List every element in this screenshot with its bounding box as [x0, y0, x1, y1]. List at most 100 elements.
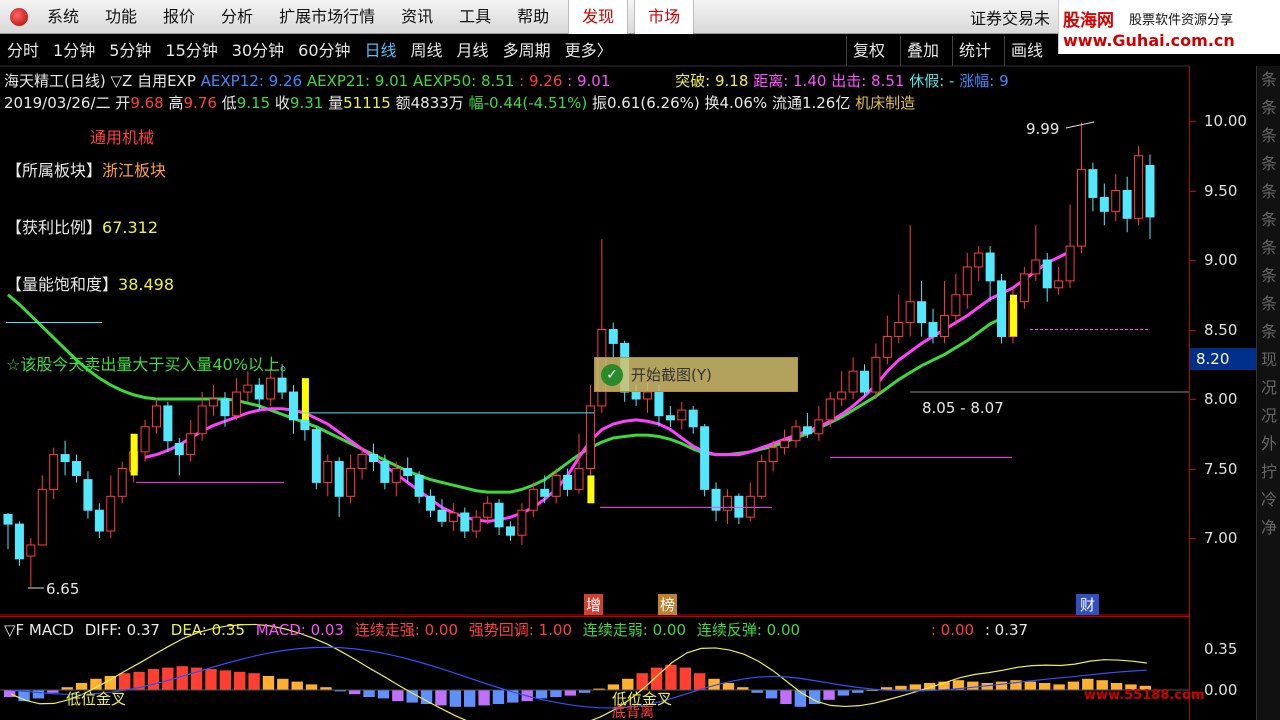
candle-body [654, 391, 664, 417]
axis-tick: 7.00 [1204, 529, 1238, 547]
candle-body [814, 419, 824, 435]
sidebar-tab[interactable]: 条 [1257, 66, 1280, 94]
open-value: 9.68 [130, 94, 164, 112]
candle-body [300, 419, 310, 431]
axis-tick: 10.00 [1204, 112, 1247, 130]
high-label: 高 [168, 94, 184, 112]
profit-info: 【获利比例】67.312 [6, 214, 158, 238]
sidebar-tab[interactable]: 冷 [1257, 486, 1280, 514]
sidebar-tab[interactable]: 条 [1257, 234, 1280, 262]
energy-value: 38.498 [118, 275, 174, 294]
candle-body [368, 454, 378, 463]
current-price-label: 8.20 [1190, 348, 1256, 370]
flag-zeng[interactable]: 增 [584, 594, 604, 615]
candle-body [266, 377, 276, 400]
sidebar-tab[interactable]: 况 [1257, 374, 1280, 402]
sidebar-tab[interactable]: 条 [1257, 290, 1280, 318]
sidebar-tab[interactable]: 现 [1257, 346, 1280, 374]
flag-cai[interactable]: 财 [1076, 594, 1100, 615]
block-info: 【所属板块】浙江板块 [6, 157, 166, 181]
candle-body [1134, 155, 1144, 219]
macd-bar [420, 690, 433, 704]
candle-body [768, 447, 778, 463]
macd-value: MACD: 0.03 [255, 621, 344, 639]
candle-body [437, 509, 447, 522]
candle-body [231, 391, 241, 417]
screenshot-tooltip[interactable]: ✓ 开始截图(Y) [594, 357, 798, 392]
macd-bar [1067, 681, 1080, 690]
sidebar-tab[interactable]: 条 [1257, 206, 1280, 234]
candle-body [517, 509, 527, 536]
sidebar-tab[interactable]: 况 [1257, 402, 1280, 430]
sidebar-tab[interactable]: 条 [1257, 122, 1280, 150]
candle-body [26, 544, 36, 557]
macd-bar [248, 673, 260, 690]
macd-bar [363, 690, 375, 697]
candle-body [426, 495, 436, 511]
sidebar-tab[interactable]: 条 [1257, 178, 1280, 206]
sidebar-tab[interactable]: 净 [1257, 514, 1280, 542]
candle-body [140, 426, 150, 453]
quote-line: 2019/03/26/二 开9.68 高9.76 低9.15 收9.31 量51… [4, 92, 915, 113]
rise-value: 涨幅: 9 [959, 72, 1009, 90]
low-label: 低 [221, 94, 237, 112]
candle-body [60, 454, 70, 463]
sidebar-tab[interactable]: 条 [1257, 318, 1280, 346]
macd-bar [780, 690, 792, 704]
candle-body [289, 391, 298, 421]
candle-body [608, 329, 618, 344]
change-value: 幅-0.44(-4.51%) [468, 94, 588, 112]
candle-body [700, 426, 710, 490]
high-mark-label: 9.99 [1026, 120, 1060, 138]
sector-tag: 通用机械 [90, 128, 155, 147]
formula-name[interactable]: ▽Z 自用EXP [111, 72, 196, 90]
candle-body [1019, 273, 1029, 303]
amplitude-value: 振0.61(6.26%) [591, 94, 700, 112]
macd-bar [234, 671, 246, 690]
candle-body [186, 433, 196, 456]
range-label: 8.05 - 8.07 [922, 399, 1004, 417]
quote-date: 2019/03/26/二 [4, 94, 111, 112]
candle-body [83, 479, 93, 511]
candle-body [757, 461, 767, 497]
candle-body [151, 405, 161, 428]
volume-label: 量 [328, 94, 344, 112]
open-label: 开 [115, 94, 131, 112]
flag-bang[interactable]: 榜 [658, 594, 678, 615]
candle-body [106, 495, 116, 532]
candle-body [1088, 169, 1098, 198]
macd-stat-pullback: 强势回调: 1.00 [468, 621, 573, 639]
sidebar-tab[interactable]: 条 [1257, 94, 1280, 122]
macd-bar [1053, 684, 1065, 690]
candle-body [1076, 169, 1086, 247]
candle-body [997, 280, 1007, 337]
macd-bar [176, 666, 188, 690]
axis-tick: 8.50 [1204, 321, 1238, 339]
candle-body [346, 468, 356, 497]
candle-body [882, 335, 892, 358]
sidebar-tab[interactable]: 条 [1257, 262, 1280, 290]
axis-tick: 8.00 [1204, 390, 1238, 408]
stock-name: 海天精工(日线) [4, 72, 106, 90]
sidebar-tab[interactable]: 外 [1257, 430, 1280, 458]
macd-bar [464, 690, 476, 707]
highlight-bar [301, 378, 309, 420]
highlight-bar [130, 433, 138, 476]
macd-bar [550, 690, 562, 697]
macd-title[interactable]: ▽F MACD [4, 621, 74, 639]
candle-body [688, 409, 698, 428]
candle-body [277, 377, 287, 393]
macd-right-2: : 0.37 [984, 621, 1029, 639]
price-axis: 10.00 9.50 9.00 8.50 8.00 7.50 7.00 0.35… [1189, 66, 1255, 720]
aexp50-value: AEXP50: 8.51 [412, 72, 515, 90]
energy-label: 【量能饱和度】 [6, 275, 119, 294]
macd-bar [679, 667, 691, 690]
candle-body [631, 391, 641, 400]
candle-body [665, 415, 675, 421]
extra-value-1: : 9.26 [519, 72, 563, 90]
candle-body [1031, 259, 1041, 275]
candle-body [574, 468, 584, 490]
macd-bar [219, 670, 231, 690]
sidebar-tab[interactable]: 拧 [1257, 458, 1280, 486]
sidebar-tab[interactable]: 条 [1257, 150, 1280, 178]
